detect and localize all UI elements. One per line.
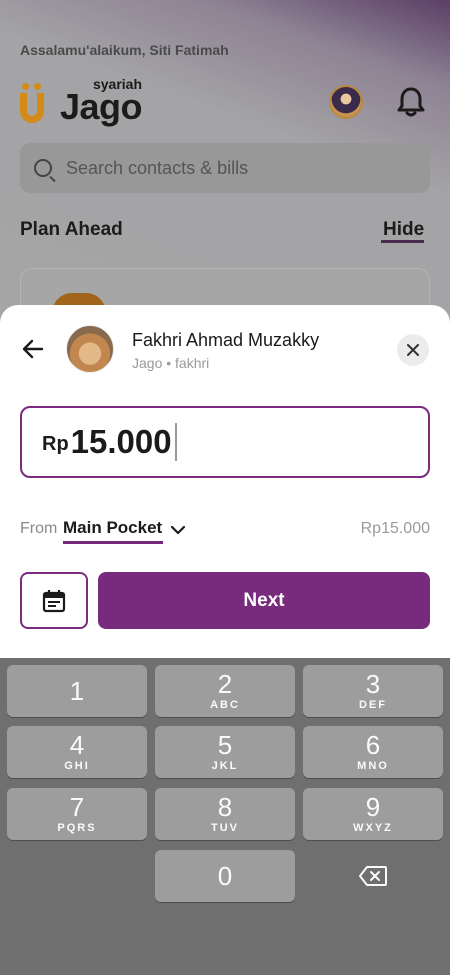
arrow-left-icon [22, 339, 44, 359]
key-7[interactable]: 7 PQRS [7, 788, 147, 840]
key-letters: TUV [211, 822, 239, 834]
search-placeholder: Search contacts & bills [66, 157, 249, 178]
chevron-down-icon[interactable] [169, 521, 187, 539]
next-button[interactable]: Next [98, 572, 430, 629]
calendar-icon [42, 589, 66, 612]
key-8[interactable]: 8 TUV [155, 788, 295, 840]
pocket-underline [63, 541, 163, 544]
backspace-key[interactable] [303, 850, 443, 902]
key-letters: WXYZ [353, 822, 393, 834]
brand-wordmark: syariah Jago [60, 76, 143, 128]
hide-link[interactable]: Hide [383, 219, 424, 241]
close-icon [407, 344, 419, 356]
jago-logo: syariah Jago [20, 76, 143, 128]
amount-value: 15.000 [70, 423, 172, 460]
pocket-selector[interactable]: Main Pocket [63, 518, 162, 538]
numeric-keypad: 1 2 ABC 3 DEF 4 GHI 5 JKL 6 MNO 7 PQRS 8… [0, 658, 450, 975]
key-digit: 5 [217, 730, 233, 760]
key-digit: 6 [365, 730, 381, 760]
key-digit: 2 [217, 669, 233, 699]
key-digit: 7 [69, 792, 85, 822]
hide-underline [381, 240, 424, 243]
key-3[interactable]: 3 DEF [303, 665, 443, 717]
pocket-balance: Rp15.000 [360, 520, 430, 537]
key-digit: 3 [365, 669, 381, 699]
contact-name: Fakhri Ahmad Muzakky [132, 330, 320, 350]
contact-handle: Jago • fakhri [132, 355, 210, 371]
key-digit: 4 [69, 730, 85, 760]
key-letters: MNO [357, 760, 389, 772]
key-2[interactable]: 2 ABC [155, 665, 295, 717]
contact-avatar [66, 325, 114, 373]
key-4[interactable]: 4 GHI [7, 726, 147, 778]
key-5[interactable]: 5 JKL [155, 726, 295, 778]
key-letters: ABC [210, 699, 240, 711]
back-button[interactable] [18, 334, 48, 364]
key-digit: 9 [365, 792, 381, 822]
key-letters: PQRS [57, 822, 97, 834]
search-icon [34, 159, 52, 177]
key-digit: 8 [217, 792, 233, 822]
home-screen-background: Assalamu'alaikum, Siti Fatimah syariah J… [0, 0, 450, 330]
schedule-button[interactable] [20, 572, 88, 629]
backspace-icon [359, 866, 387, 886]
key-1[interactable]: 1 [7, 665, 147, 717]
plan-ahead-title: Plan Ahead [20, 219, 123, 240]
text-caret [174, 423, 177, 461]
greeting-text: Assalamu'alaikum, Siti Fatimah [20, 42, 229, 58]
key-digit: 0 [217, 861, 233, 891]
key-6[interactable]: 6 MNO [303, 726, 443, 778]
jago-logo-mark-icon [20, 83, 44, 123]
key-letters: DEF [359, 699, 387, 711]
close-button[interactable] [397, 334, 429, 366]
bell-icon[interactable] [396, 86, 426, 118]
key-letters: JKL [211, 760, 239, 772]
key-9[interactable]: 9 WXYZ [303, 788, 443, 840]
amount-currency: Rp [42, 432, 69, 455]
amount-input[interactable]: Rp 15.000 [20, 406, 430, 478]
from-label: From [20, 520, 58, 537]
brand-sub: syariah [92, 76, 143, 92]
profile-avatar[interactable] [329, 85, 363, 119]
search-bar[interactable]: Search contacts & bills [20, 143, 430, 193]
key-letters: GHI [64, 760, 90, 772]
key-0[interactable]: 0 [155, 850, 295, 902]
key-digit: 1 [69, 676, 85, 706]
